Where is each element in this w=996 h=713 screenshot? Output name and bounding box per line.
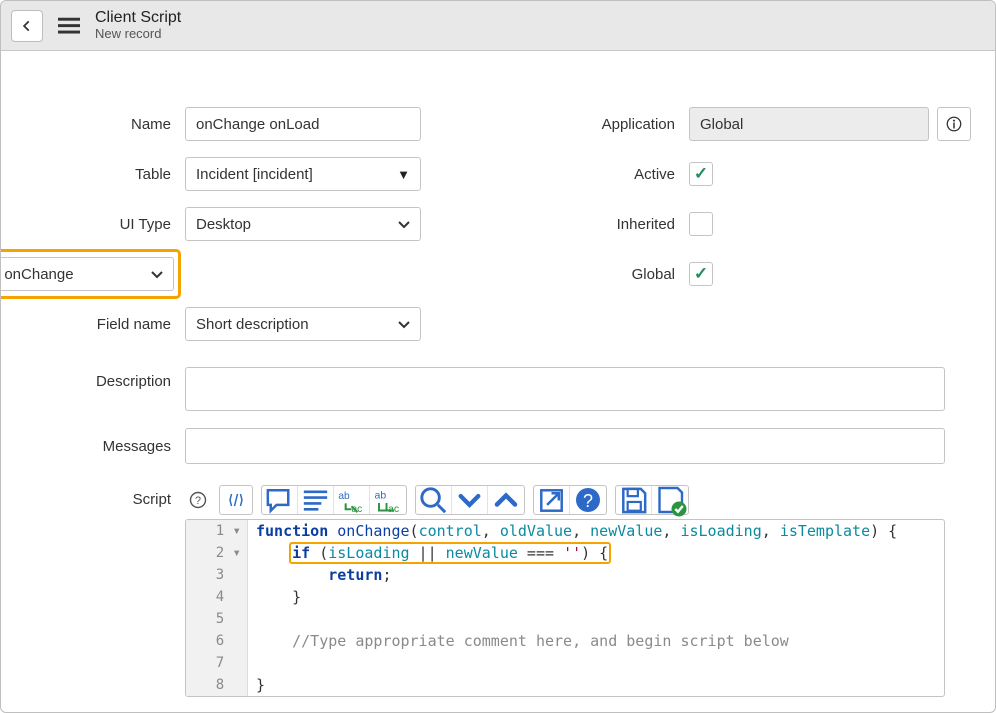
application-label: Application: [489, 116, 689, 133]
chevron-down-icon: [398, 216, 410, 233]
page-subtitle: New record: [95, 27, 181, 42]
type-select[interactable]: onChange: [0, 257, 174, 291]
gutter-number: 8: [186, 674, 248, 696]
code-content: return;: [248, 564, 391, 586]
table-label: Table: [25, 166, 185, 183]
code-content: if (isLoading || newValue === '') {: [248, 542, 608, 564]
code-line[interactable]: 6 //Type appropriate comment here, and b…: [186, 630, 944, 652]
gutter-number: 7: [186, 652, 248, 674]
svg-text:ab: ab: [338, 491, 350, 502]
format-lines-icon[interactable]: [298, 486, 334, 514]
hamburger-icon: [58, 17, 80, 35]
active-checkbox[interactable]: [689, 162, 713, 186]
gutter-number: 1 ▾: [186, 520, 248, 542]
code-line[interactable]: 2 ▾ if (isLoading || newValue === '') {: [186, 542, 944, 564]
code-content: function onChange(control, oldValue, new…: [248, 520, 897, 542]
code-line[interactable]: 8 }: [186, 674, 944, 696]
code-line[interactable]: 1 ▾function onChange(control, oldValue, …: [186, 520, 944, 542]
format-code-icon[interactable]: [219, 485, 253, 515]
script-toolbar: ? abac abac: [185, 485, 945, 515]
global-checkbox[interactable]: [689, 262, 713, 286]
editor-help-icon[interactable]: ?: [185, 487, 211, 513]
application-info-button[interactable]: [937, 107, 971, 141]
field-name-select[interactable]: Short description: [185, 307, 421, 341]
ui-type-label: UI Type: [25, 216, 185, 233]
search-icon[interactable]: [416, 486, 452, 514]
gutter-number: 5: [186, 608, 248, 630]
name-input[interactable]: onChange onLoad: [185, 107, 421, 141]
chevron-left-icon: [20, 19, 34, 33]
replace-icon[interactable]: abac: [334, 486, 370, 514]
chevron-down-icon: [398, 316, 410, 333]
arrow-up-icon[interactable]: [488, 486, 524, 514]
table-value: Incident [incident]: [196, 166, 313, 183]
script-label: Script: [25, 485, 185, 508]
code-line[interactable]: 3 return;: [186, 564, 944, 586]
script-editor[interactable]: 1 ▾function onChange(control, oldValue, …: [185, 519, 945, 697]
type-row-highlight: Type onChange: [0, 249, 181, 299]
open-new-icon[interactable]: [534, 486, 570, 514]
ui-type-select[interactable]: Desktop: [185, 207, 421, 241]
replace-all-icon[interactable]: abac: [370, 486, 406, 514]
field-name-label: Field name: [25, 316, 185, 333]
messages-input[interactable]: [185, 428, 945, 464]
gutter-number: 6: [186, 630, 248, 652]
chevron-down-icon: [151, 266, 163, 283]
field-name-value: Short description: [196, 316, 309, 333]
page-title: Client Script: [95, 9, 181, 27]
name-label: Name: [25, 116, 185, 133]
svg-text:ac: ac: [388, 503, 399, 515]
inherited-label: Inherited: [489, 216, 689, 233]
description-label: Description: [25, 367, 185, 390]
back-button[interactable]: [11, 10, 43, 42]
gutter-number: 2 ▾: [186, 542, 248, 564]
save-icon[interactable]: [616, 486, 652, 514]
code-line[interactable]: 4 }: [186, 586, 944, 608]
help-blue-icon[interactable]: ?: [570, 486, 606, 514]
description-input[interactable]: [185, 367, 945, 411]
global-label: Global: [489, 266, 689, 283]
svg-text:ab: ab: [375, 490, 387, 502]
gutter-number: 4: [186, 586, 248, 608]
table-select[interactable]: Incident [incident] ▼: [185, 157, 421, 191]
svg-text:ac: ac: [352, 504, 363, 515]
code-line[interactable]: 5: [186, 608, 944, 630]
code-content: [248, 608, 256, 630]
inherited-checkbox[interactable]: [689, 212, 713, 236]
type-value: onChange: [4, 266, 73, 283]
save-check-icon[interactable]: [652, 486, 688, 514]
active-label: Active: [489, 166, 689, 183]
application-value: Global: [700, 116, 743, 133]
name-value: onChange onLoad: [196, 116, 319, 133]
gutter-number: 3: [186, 564, 248, 586]
ui-type-value: Desktop: [196, 216, 251, 233]
application-input: Global: [689, 107, 929, 141]
code-content: }: [248, 674, 265, 696]
info-icon: [945, 115, 963, 133]
code-content: //Type appropriate comment here, and beg…: [248, 630, 789, 652]
code-content: }: [248, 586, 301, 608]
svg-text:?: ?: [583, 491, 593, 511]
code-content: [248, 652, 256, 674]
messages-label: Messages: [25, 438, 185, 455]
form-header: Client Script New record: [1, 1, 995, 51]
svg-text:?: ?: [195, 495, 201, 507]
toggle-comment-icon[interactable]: [262, 486, 298, 514]
dropdown-caret-icon: ▼: [397, 167, 410, 182]
arrow-down-icon[interactable]: [452, 486, 488, 514]
context-menu-button[interactable]: [53, 10, 85, 42]
code-line[interactable]: 7: [186, 652, 944, 674]
